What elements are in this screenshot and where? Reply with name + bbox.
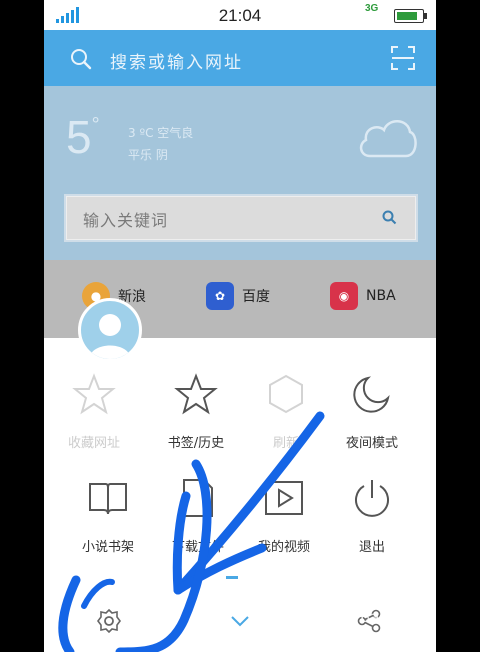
moon-icon <box>353 376 390 413</box>
battery-icon <box>394 9 427 23</box>
baidu-logo-icon: ✿ <box>206 282 234 310</box>
menu-label: 下载文件 <box>171 540 224 555</box>
weather-card[interactable]: 5° 3 ºC 空气良 平乐 阴 输入关键词 <box>44 86 436 260</box>
keyword-search-box[interactable]: 输入关键词 <box>66 196 416 240</box>
menu-label: 小说书架 <box>81 540 134 555</box>
nba-logo-icon: ◉ <box>330 282 358 310</box>
address-search-bar[interactable]: 搜索或输入网址 <box>44 30 436 86</box>
menu-night-mode[interactable]: 夜间模式 <box>326 372 418 451</box>
menu-label: 刷新 <box>272 436 299 451</box>
video-play-icon <box>265 481 303 515</box>
search-placeholder: 搜索或输入网址 <box>110 53 243 73</box>
menu-label: 我的视频 <box>257 540 310 555</box>
menu-novel-shelf[interactable]: 小说书架 <box>62 476 154 555</box>
menu-refresh[interactable]: 刷新 <box>240 372 332 451</box>
watermark: Bai 经验 <box>360 608 419 626</box>
cloud-icon <box>359 120 417 158</box>
user-avatar-icon <box>89 314 131 359</box>
menu-exit[interactable]: 退出 <box>326 476 418 555</box>
temperature: 5° <box>66 111 100 163</box>
avatar[interactable] <box>78 298 142 362</box>
power-icon <box>355 480 389 517</box>
scan-icon[interactable] <box>390 45 416 71</box>
book-icon <box>89 483 127 515</box>
menu-my-videos[interactable]: 我的视频 <box>238 476 330 555</box>
site-label: NBA <box>366 288 396 304</box>
site-baidu[interactable]: ✿ 百度 <box>206 280 270 312</box>
search-icon[interactable] <box>70 48 92 70</box>
menu-label: 夜间模式 <box>345 436 398 451</box>
star-add-icon <box>72 373 116 415</box>
keyword-placeholder: 输入关键词 <box>83 211 169 230</box>
menu-label: 书签/历史 <box>167 436 225 451</box>
refresh-icon <box>269 374 303 414</box>
site-nba[interactable]: ◉ NBA <box>330 280 396 312</box>
weather-location: 平乐 阴 <box>128 148 168 162</box>
weather-air-quality: 3 ºC 空气良 <box>128 126 194 140</box>
menu-label: 退出 <box>358 540 385 555</box>
menu-downloads[interactable]: 下载文件 <box>152 476 244 555</box>
page-indicator <box>226 576 238 579</box>
menu-add-bookmark[interactable]: 收藏网址 <box>48 372 140 451</box>
download-file-icon <box>183 479 213 517</box>
settings-icon[interactable] <box>96 608 122 634</box>
menu-bookmarks-history[interactable]: 书签/历史 <box>150 372 242 451</box>
site-label: 百度 <box>242 289 270 305</box>
search-icon[interactable] <box>382 210 397 225</box>
status-bar: 21:04 3G <box>44 0 436 30</box>
chevron-down-icon[interactable] <box>227 608 253 634</box>
star-icon <box>174 373 218 415</box>
weather-info: 3 ºC 空气良 平乐 阴 <box>128 122 193 166</box>
network-label: 3G <box>365 3 379 14</box>
menu-label: 收藏网址 <box>67 436 120 451</box>
